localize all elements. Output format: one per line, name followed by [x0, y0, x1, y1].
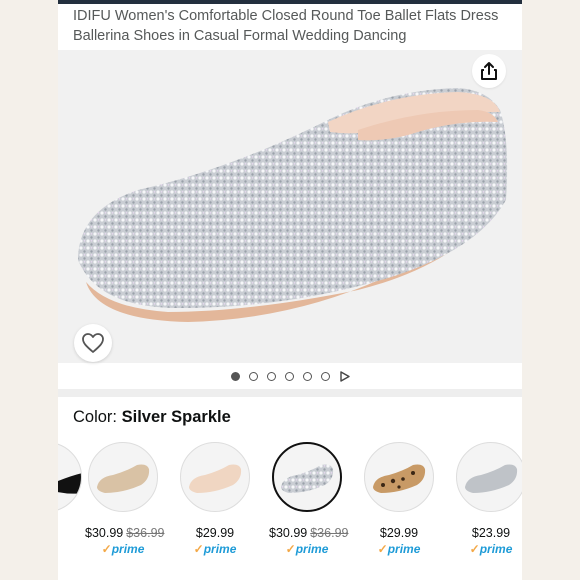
play-icon[interactable] [339, 370, 350, 382]
prime-check-icon: ✓ [377, 542, 388, 556]
product-image-gallery[interactable] [58, 50, 522, 363]
prime-check-icon: ✓ [469, 542, 480, 556]
swatch-price: $30.99 [85, 526, 124, 540]
prime-badge: ✓prime [193, 542, 237, 556]
swatch-champagne[interactable]: $30.99 $36.99 ✓prime [85, 440, 165, 570]
prime-check-icon: ✓ [285, 542, 296, 556]
product-title: IDIFU Women's Comfortable Closed Round T… [73, 8, 499, 44]
swatch-price: $30.99 [269, 526, 308, 540]
prime-badge: ✓prime [469, 542, 513, 556]
champagne-shoe-thumbnail [97, 464, 150, 493]
swatch-image [272, 442, 342, 512]
swatch-price-line: $30.99 $36.99 [269, 526, 349, 540]
swatch-list-price: $36.99 [310, 526, 349, 540]
swatch-price: $29.99 [195, 526, 235, 540]
share-button[interactable] [472, 54, 506, 88]
color-label: Color: [73, 408, 122, 426]
prime-badge: ✓prime [101, 542, 145, 556]
swatch-partial-black[interactable] [58, 442, 82, 512]
background-right [522, 0, 580, 580]
swatch-price-line: $23.99 [453, 526, 522, 540]
swatch-price-line: $30.99 $36.99 [85, 526, 165, 540]
pager-dot[interactable] [302, 371, 312, 381]
swatch-image [364, 442, 434, 512]
prime-badge: ✓prime [377, 542, 421, 556]
pager-dot[interactable] [284, 371, 294, 381]
shoe-image [78, 88, 508, 322]
color-value: Silver Sparkle [121, 408, 231, 426]
black-shoe-thumbnail [58, 473, 81, 494]
swatch-price-line: $29.99 [361, 526, 437, 540]
prime-check-icon: ✓ [101, 542, 112, 556]
swatch-image [88, 442, 158, 512]
swatch-list-price: $36.99 [126, 526, 165, 540]
top-bar [58, 0, 522, 4]
background-left [0, 0, 58, 580]
swatch-price: $29.99 [379, 526, 419, 540]
heart-icon [82, 333, 104, 353]
swatch-image [456, 442, 522, 512]
color-swatches: $30.99 $36.99 ✓prime $29.99 ✓prime $30.9… [58, 440, 522, 570]
pager-dot[interactable] [320, 371, 330, 381]
share-icon [481, 62, 497, 80]
swatch-image [180, 442, 250, 512]
prime-badge: ✓prime [285, 542, 329, 556]
wishlist-button[interactable] [74, 324, 112, 362]
color-selection: Color: Silver Sparkle [73, 408, 231, 427]
pager-dot[interactable] [266, 371, 276, 381]
pager-dot[interactable] [248, 371, 258, 381]
prime-check-icon: ✓ [193, 542, 204, 556]
leopard-shoe-thumbnail [373, 464, 426, 493]
swatch-nude[interactable]: $29.99 ✓prime [177, 440, 253, 570]
section-divider [58, 389, 522, 397]
pager-dot[interactable] [230, 371, 240, 381]
image-pager[interactable] [58, 368, 522, 384]
swatch-leopard[interactable]: $29.99 ✓prime [361, 440, 437, 570]
swatch-silver[interactable]: $23.99 ✓prime [453, 440, 522, 570]
swatch-price: $23.99 [471, 526, 511, 540]
product-panel: IDIFU Women's Comfortable Closed Round T… [58, 0, 522, 580]
silver-sparkle-shoe-thumbnail [281, 464, 334, 493]
swatch-price-line: $29.99 [177, 526, 253, 540]
swatch-silver-sparkle[interactable]: $30.99 $36.99 ✓prime [269, 440, 349, 570]
nude-shoe-thumbnail [189, 464, 242, 493]
silver-shoe-thumbnail [465, 464, 518, 493]
